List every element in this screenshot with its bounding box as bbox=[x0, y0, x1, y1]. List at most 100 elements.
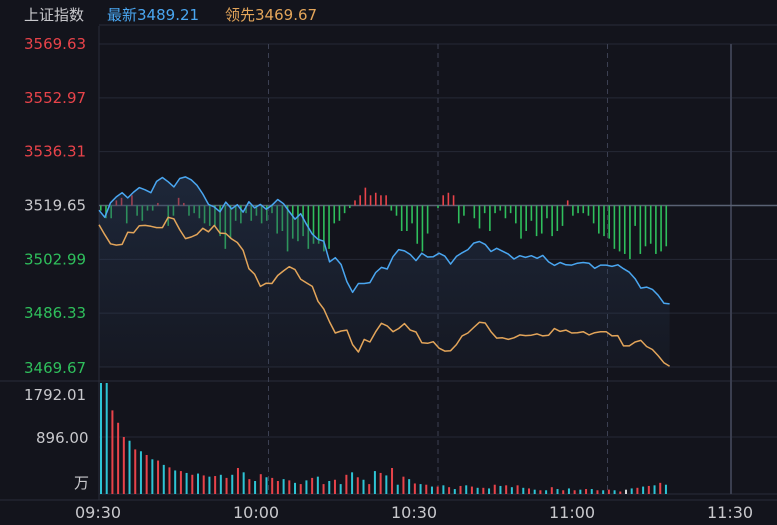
price-tick-label: 3519.65 bbox=[24, 197, 86, 215]
volume-bar bbox=[430, 486, 433, 494]
breadth-bar bbox=[639, 205, 642, 254]
breadth-bar bbox=[634, 205, 636, 226]
volume-bar bbox=[145, 454, 148, 494]
volume-bar bbox=[328, 480, 331, 494]
volume-bar bbox=[151, 459, 154, 494]
volume-bar bbox=[516, 485, 519, 494]
breadth-bar bbox=[452, 195, 455, 206]
volume-bar bbox=[311, 477, 314, 494]
volume-bar bbox=[345, 474, 348, 494]
volume-bar bbox=[642, 486, 645, 494]
breadth-bar bbox=[494, 205, 496, 214]
breadth-bar bbox=[649, 205, 652, 244]
volume-bar bbox=[396, 484, 399, 494]
breadth-bar bbox=[478, 205, 481, 229]
breadth-bar bbox=[359, 195, 361, 206]
volume-bars bbox=[100, 383, 667, 494]
volume-bar bbox=[476, 487, 479, 494]
breadth-bar bbox=[556, 205, 559, 231]
volume-bar bbox=[425, 484, 428, 494]
volume-bar bbox=[505, 485, 508, 494]
breadth-bar bbox=[390, 205, 393, 211]
breadth-bar bbox=[100, 205, 102, 211]
volume-bar bbox=[276, 480, 279, 494]
volume-bar bbox=[613, 490, 616, 494]
breadth-bar bbox=[426, 205, 429, 234]
breadth-bar bbox=[598, 205, 600, 234]
breadth-bar bbox=[328, 205, 330, 249]
breadth-bar bbox=[369, 195, 372, 206]
breadth-bar bbox=[463, 205, 465, 216]
volume-bar bbox=[590, 489, 593, 494]
breadth-bar bbox=[629, 205, 631, 260]
breadth-bar bbox=[473, 205, 476, 219]
breadth-bar bbox=[592, 205, 595, 224]
breadth-bar bbox=[343, 205, 346, 214]
volume-bar bbox=[139, 451, 142, 494]
volume-bar bbox=[174, 470, 177, 494]
volume-bar bbox=[231, 474, 234, 494]
volume-bar bbox=[453, 489, 456, 494]
volume-bar bbox=[596, 490, 599, 494]
volume-bar bbox=[442, 485, 445, 494]
volume-bar bbox=[356, 477, 359, 494]
volume-bar bbox=[567, 488, 570, 494]
volume-bar bbox=[647, 485, 650, 494]
breadth-bar bbox=[317, 205, 320, 244]
volume-unit-label: 万 bbox=[74, 474, 89, 492]
breadth-bar bbox=[535, 205, 538, 237]
breadth-bar bbox=[442, 195, 444, 206]
volume-tick-label: 1792.01 bbox=[24, 386, 86, 404]
volume-bar bbox=[579, 489, 582, 494]
volume-bar bbox=[225, 477, 228, 494]
breadth-bar bbox=[421, 205, 424, 252]
volume-bar bbox=[419, 484, 422, 494]
breadth-bar bbox=[380, 195, 382, 206]
price-tick-label: 3569.63 bbox=[24, 35, 86, 53]
price-tick-label: 3469.67 bbox=[24, 359, 86, 377]
volume-bar bbox=[265, 477, 268, 494]
volume-bar bbox=[288, 480, 291, 494]
volume-bar bbox=[185, 472, 188, 494]
volume-bar bbox=[299, 484, 302, 494]
volume-bar bbox=[385, 475, 388, 494]
breadth-bar bbox=[385, 195, 387, 206]
breadth-bar bbox=[613, 205, 616, 249]
breadth-bar bbox=[660, 205, 662, 252]
breadth-bar bbox=[416, 205, 419, 244]
volume-bar bbox=[607, 489, 610, 494]
volume-bar bbox=[373, 471, 376, 494]
breadth-bar bbox=[582, 205, 585, 214]
volume-bar bbox=[179, 471, 182, 494]
volume-bar bbox=[122, 437, 125, 494]
volume-bar bbox=[391, 467, 394, 494]
volume-bar bbox=[248, 479, 251, 494]
volume-bar bbox=[134, 449, 137, 494]
breadth-bar bbox=[338, 205, 341, 221]
volume-bar bbox=[322, 484, 325, 494]
breadth-bar bbox=[530, 205, 533, 221]
volume-bar bbox=[111, 410, 114, 494]
breadth-bar bbox=[349, 205, 351, 209]
volume-bar bbox=[533, 489, 536, 494]
volume-bar bbox=[539, 490, 542, 494]
volume-bar bbox=[488, 488, 491, 494]
intraday-chart[interactable]: 3569.63 3552.97 3536.31 3519.65 3502.99 3486.… bbox=[0, 0, 777, 525]
breadth-bar bbox=[483, 205, 486, 214]
breadth-bar bbox=[603, 205, 605, 237]
volume-bar bbox=[316, 476, 319, 494]
time-tick-label: 11:30 bbox=[707, 503, 753, 522]
breadth-bar bbox=[395, 205, 398, 216]
price-tick-label: 3486.33 bbox=[24, 304, 86, 322]
volume-bar bbox=[117, 422, 120, 494]
breadth-bar bbox=[665, 205, 668, 247]
volume-bar bbox=[413, 483, 416, 494]
breadth-bar bbox=[551, 205, 553, 237]
volume-bar bbox=[128, 440, 131, 494]
volume-bar bbox=[436, 486, 439, 494]
volume-bar bbox=[573, 490, 576, 494]
breadth-bar bbox=[457, 205, 460, 224]
volume-bar bbox=[202, 475, 205, 494]
volume-bar bbox=[664, 484, 667, 494]
breadth-bar bbox=[618, 205, 621, 252]
